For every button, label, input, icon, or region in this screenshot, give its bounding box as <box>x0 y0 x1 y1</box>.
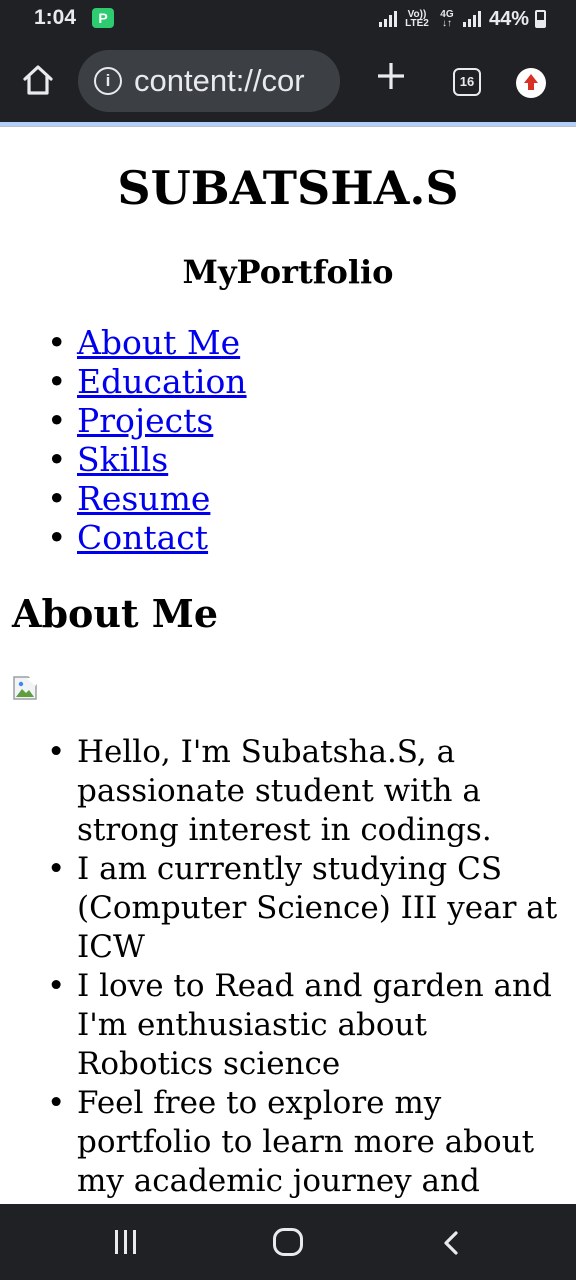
nav-link-skills[interactable]: Skills <box>77 440 168 479</box>
browser-toolbar: i content://cor 16 <box>0 38 576 122</box>
status-time: 1:04 <box>34 6 77 29</box>
portfolio-nav: About Me Education Projects Skills Resum… <box>47 323 247 557</box>
nav-item-about: About Me <box>47 323 247 362</box>
app-notification-icon: P <box>92 8 114 28</box>
network-label-2: 4G ↓↑ <box>440 9 454 29</box>
back-icon[interactable] <box>440 1230 462 1256</box>
nav-item-contact: Contact <box>47 518 247 557</box>
about-item: I am currently studying CS (Computer Sci… <box>47 850 563 967</box>
update-icon[interactable] <box>516 68 546 98</box>
home-button[interactable] <box>20 62 56 98</box>
about-list: Hello, I'm Subatsha.S, a passionate stud… <box>47 733 563 1201</box>
nav-item-resume: Resume <box>47 479 247 518</box>
info-icon[interactable]: i <box>94 67 122 95</box>
new-tab-button[interactable] <box>376 60 406 100</box>
url-bar[interactable]: i content://cor <box>78 50 340 112</box>
network-label-1: Vo)) LTE2 <box>405 9 429 29</box>
home-icon <box>23 65 53 95</box>
about-item: Feel free to explore my portfolio to lea… <box>47 1084 563 1201</box>
nav-item-skills: Skills <box>47 440 247 479</box>
about-item: Hello, I'm Subatsha.S, a passionate stud… <box>47 733 563 850</box>
nav-item-projects: Projects <box>47 401 247 440</box>
nav-link-about[interactable]: About Me <box>77 323 240 362</box>
nav-item-education: Education <box>47 362 247 401</box>
signal-icon-2 <box>462 11 481 27</box>
nav-link-projects[interactable]: Projects <box>77 401 213 440</box>
plus-icon <box>378 63 404 89</box>
page-title: SUBATSHA.S <box>117 161 459 215</box>
home-nav-icon[interactable] <box>273 1228 303 1256</box>
page-subtitle: MyPortfolio <box>182 253 394 291</box>
nav-link-resume[interactable]: Resume <box>77 479 210 518</box>
url-text[interactable]: content://cor <box>134 63 305 99</box>
page-content[interactable]: SUBATSHA.S MyPortfolio About Me Educatio… <box>0 127 576 1204</box>
signal-icon <box>378 11 397 27</box>
nav-link-contact[interactable]: Contact <box>77 518 208 557</box>
system-navigation-bar <box>0 1204 576 1280</box>
status-bar: 1:04 P Vo)) LTE2 4G ↓↑ 44% <box>0 0 576 38</box>
recents-icon[interactable] <box>112 1230 140 1254</box>
battery-icon <box>535 10 546 28</box>
about-item: I love to Read and garden and I'm enthus… <box>47 967 563 1084</box>
tab-switcher-button[interactable]: 16 <box>453 68 481 96</box>
status-indicators: Vo)) LTE2 4G ↓↑ 44% <box>378 6 546 32</box>
section-heading-about: About Me <box>12 591 219 636</box>
nav-link-education[interactable]: Education <box>77 362 247 401</box>
battery-percentage: 44% <box>488 7 529 30</box>
broken-image-icon <box>13 676 37 700</box>
